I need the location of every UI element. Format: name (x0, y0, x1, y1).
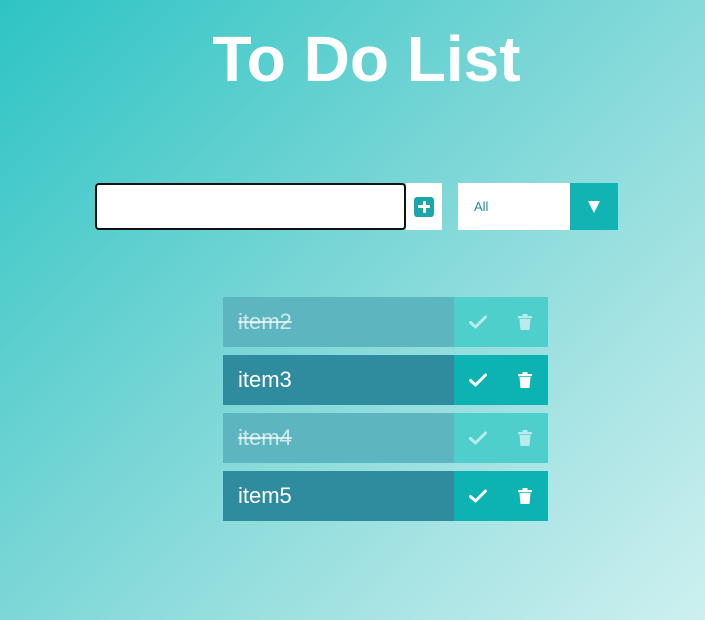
complete-button[interactable] (454, 297, 501, 347)
check-icon (468, 431, 487, 445)
filter-select[interactable]: All (458, 183, 618, 230)
check-icon (468, 315, 487, 329)
todo-item: item2 (223, 297, 548, 347)
complete-button[interactable] (454, 355, 501, 405)
delete-button[interactable] (501, 297, 548, 347)
trash-icon (517, 314, 532, 330)
delete-button[interactable] (501, 471, 548, 521)
complete-button[interactable] (454, 413, 501, 463)
todo-text: item2 (223, 297, 454, 347)
todo-text: item5 (223, 471, 454, 521)
delete-button[interactable] (501, 413, 548, 463)
todo-text: item3 (223, 355, 454, 405)
filter-dropdown-arrow[interactable] (570, 183, 618, 230)
delete-button[interactable] (501, 355, 548, 405)
trash-icon (517, 372, 532, 388)
triangle-down-icon (588, 200, 600, 213)
plus-square-icon (414, 196, 434, 217)
trash-icon (517, 488, 532, 504)
trash-icon (517, 430, 532, 446)
complete-button[interactable] (454, 471, 501, 521)
filter-selected-value: All (474, 199, 489, 214)
todo-item: item5 (223, 471, 548, 521)
page-title: To Do List (212, 23, 521, 95)
check-icon (468, 489, 487, 503)
todo-item: item3 (223, 355, 548, 405)
todo-item: item4 (223, 413, 548, 463)
check-icon (468, 373, 487, 387)
todo-list: item2 item3 item4 item5 (223, 297, 548, 529)
add-todo-button[interactable] (406, 183, 442, 230)
todo-input[interactable] (95, 183, 406, 230)
todo-text: item4 (223, 413, 454, 463)
